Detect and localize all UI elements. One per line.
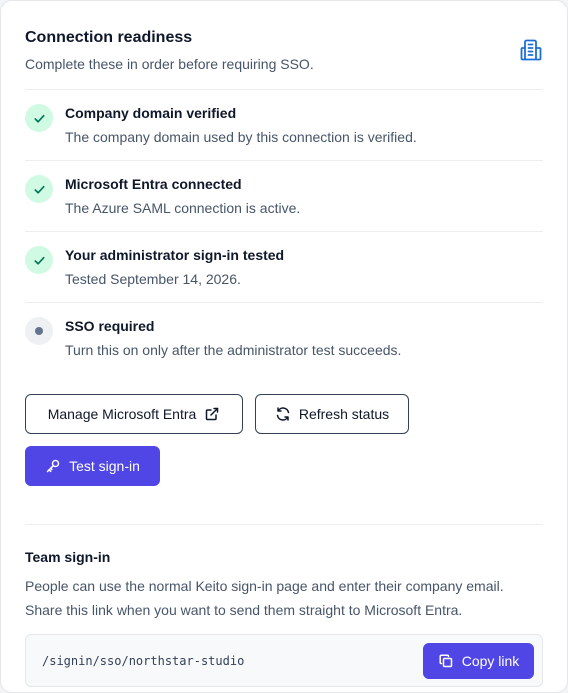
step-title: Company domain verified (65, 105, 237, 121)
card-subtitle: Complete these in order before requiring… (25, 56, 314, 72)
copy-label: Copy link (461, 653, 520, 669)
step-description: The Azure SAML connection is active. (65, 200, 301, 216)
pending-dot-icon (25, 317, 53, 345)
refresh-icon (275, 406, 291, 422)
step-domain-verified: Company domain verified The company doma… (25, 90, 543, 161)
step-description: Tested September 14, 2026. (65, 271, 241, 287)
step-sso-required: SSO required Turn this on only after the… (25, 303, 543, 374)
step-title: Microsoft Entra connected (65, 176, 242, 192)
copy-icon (438, 653, 454, 669)
manage-microsoft-entra-button[interactable]: Manage Microsoft Entra (25, 394, 243, 434)
sso-link-box: /signin/sso/northstar-studio Copy link (25, 634, 543, 687)
refresh-status-button[interactable]: Refresh status (255, 394, 409, 434)
team-description-line-2: Share this link when you want to send th… (25, 602, 463, 618)
key-icon (45, 458, 61, 474)
step-description: Turn this on only after the administrato… (65, 342, 402, 358)
check-icon (25, 104, 53, 132)
card-header: Connection readiness Complete these in o… (25, 1, 543, 90)
test-label: Test sign-in (69, 458, 140, 474)
test-sign-in-button[interactable]: Test sign-in (25, 446, 160, 486)
sso-link-text[interactable]: /signin/sso/northstar-studio (42, 652, 244, 670)
check-icon (25, 175, 53, 203)
external-link-icon (204, 406, 220, 422)
step-admin-signin-tested: Your administrator sign-in tested Tested… (25, 232, 543, 303)
check-icon (25, 246, 53, 274)
team-description-line-1: People can use the normal Keito sign-in … (25, 578, 504, 594)
step-title: SSO required (65, 318, 155, 334)
step-description: The company domain used by this connecti… (65, 129, 417, 145)
card-title: Connection readiness (25, 29, 193, 46)
manage-label: Manage Microsoft Entra (47, 406, 197, 422)
actions-row: Manage Microsoft Entra Refresh status Te… (25, 374, 543, 524)
connection-readiness-card: Connection readiness Complete these in o… (0, 0, 568, 693)
refresh-label: Refresh status (298, 406, 390, 422)
copy-link-button[interactable]: Copy link (423, 643, 534, 679)
team-sign-in-section: Team sign-in People can use the normal K… (25, 524, 543, 687)
team-sign-in-title: Team sign-in (25, 549, 111, 565)
team-sign-in-description: People can use the normal Keito sign-in … (25, 574, 543, 622)
step-title: Your administrator sign-in tested (65, 247, 285, 263)
building-icon (519, 38, 543, 62)
step-entra-connected: Microsoft Entra connected The Azure SAML… (25, 161, 543, 232)
